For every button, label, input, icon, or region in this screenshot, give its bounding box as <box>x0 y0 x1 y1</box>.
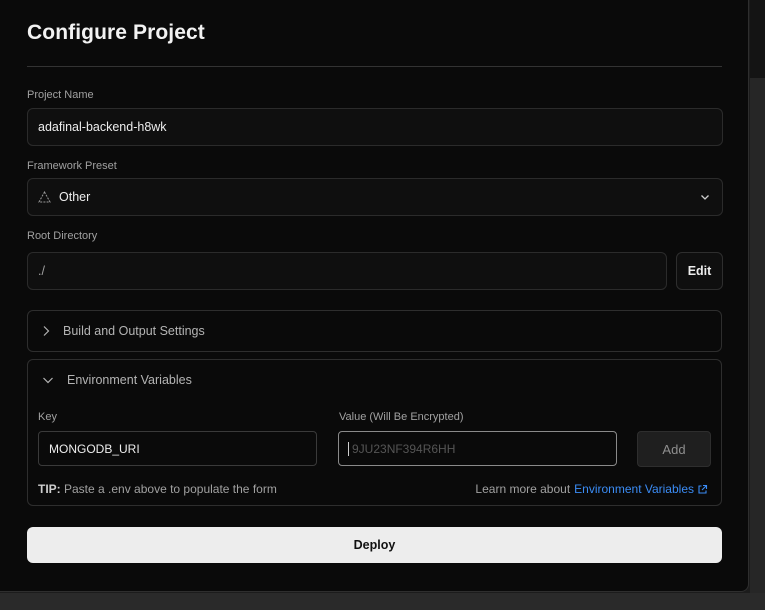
project-name-label: Project Name <box>27 89 94 101</box>
learn-more: Learn more about Environment Variables <box>475 482 708 496</box>
page-title: Configure Project <box>27 21 205 44</box>
project-name-value: adafinal-backend-h8wk <box>38 120 167 134</box>
framework-preset-label: Framework Preset <box>27 160 117 172</box>
env-value-label: Value (Will Be Encrypted) <box>339 411 464 423</box>
tip-prefix: TIP: <box>38 482 61 496</box>
bottom-band <box>0 593 765 610</box>
environment-variables-label: Environment Variables <box>67 373 192 387</box>
env-key-label: Key <box>38 411 57 423</box>
chevron-right-icon <box>43 326 50 336</box>
env-tip: TIP: Paste a .env above to populate the … <box>38 482 277 496</box>
build-output-settings-label: Build and Output Settings <box>63 324 205 338</box>
build-output-settings-header[interactable]: Build and Output Settings <box>42 324 205 338</box>
build-output-settings-section[interactable]: Build and Output Settings <box>27 310 722 352</box>
warning-triangle-icon <box>38 190 52 203</box>
env-key-value: MONGODB_URI <box>49 441 140 456</box>
text-caret <box>348 441 349 456</box>
title-divider <box>27 66 722 67</box>
project-name-input[interactable]: adafinal-backend-h8wk <box>27 108 723 146</box>
env-key-input[interactable]: MONGODB_URI <box>38 431 317 466</box>
edit-root-directory-button[interactable]: Edit <box>676 252 723 290</box>
external-link-icon[interactable] <box>697 484 708 495</box>
env-value-input[interactable]: 9JU23NF394R6HH <box>338 431 617 466</box>
tip-text: Paste a .env above to populate the form <box>60 482 277 496</box>
root-directory-value: ./ <box>38 264 45 278</box>
background-strip <box>750 78 765 610</box>
root-directory-input[interactable]: ./ <box>27 252 667 290</box>
root-directory-label: Root Directory <box>27 230 98 242</box>
environment-variables-link[interactable]: Environment Variables <box>574 482 694 496</box>
chevron-down-icon <box>701 195 709 200</box>
chevron-down-icon <box>43 377 53 384</box>
add-env-button[interactable]: Add <box>637 431 711 467</box>
framework-preset-select[interactable]: Other <box>27 178 723 216</box>
framework-preset-value: Other <box>59 190 91 204</box>
learn-more-text: Learn more about <box>475 482 571 496</box>
environment-variables-header[interactable]: Environment Variables <box>42 373 192 387</box>
background-panel <box>750 0 765 610</box>
deploy-button[interactable]: Deploy <box>27 527 722 563</box>
env-value-placeholder: 9JU23NF394R6HH <box>352 441 456 456</box>
page: Configure Project Project Name adafinal-… <box>0 0 765 610</box>
configure-project-card: Configure Project Project Name adafinal-… <box>0 0 749 592</box>
